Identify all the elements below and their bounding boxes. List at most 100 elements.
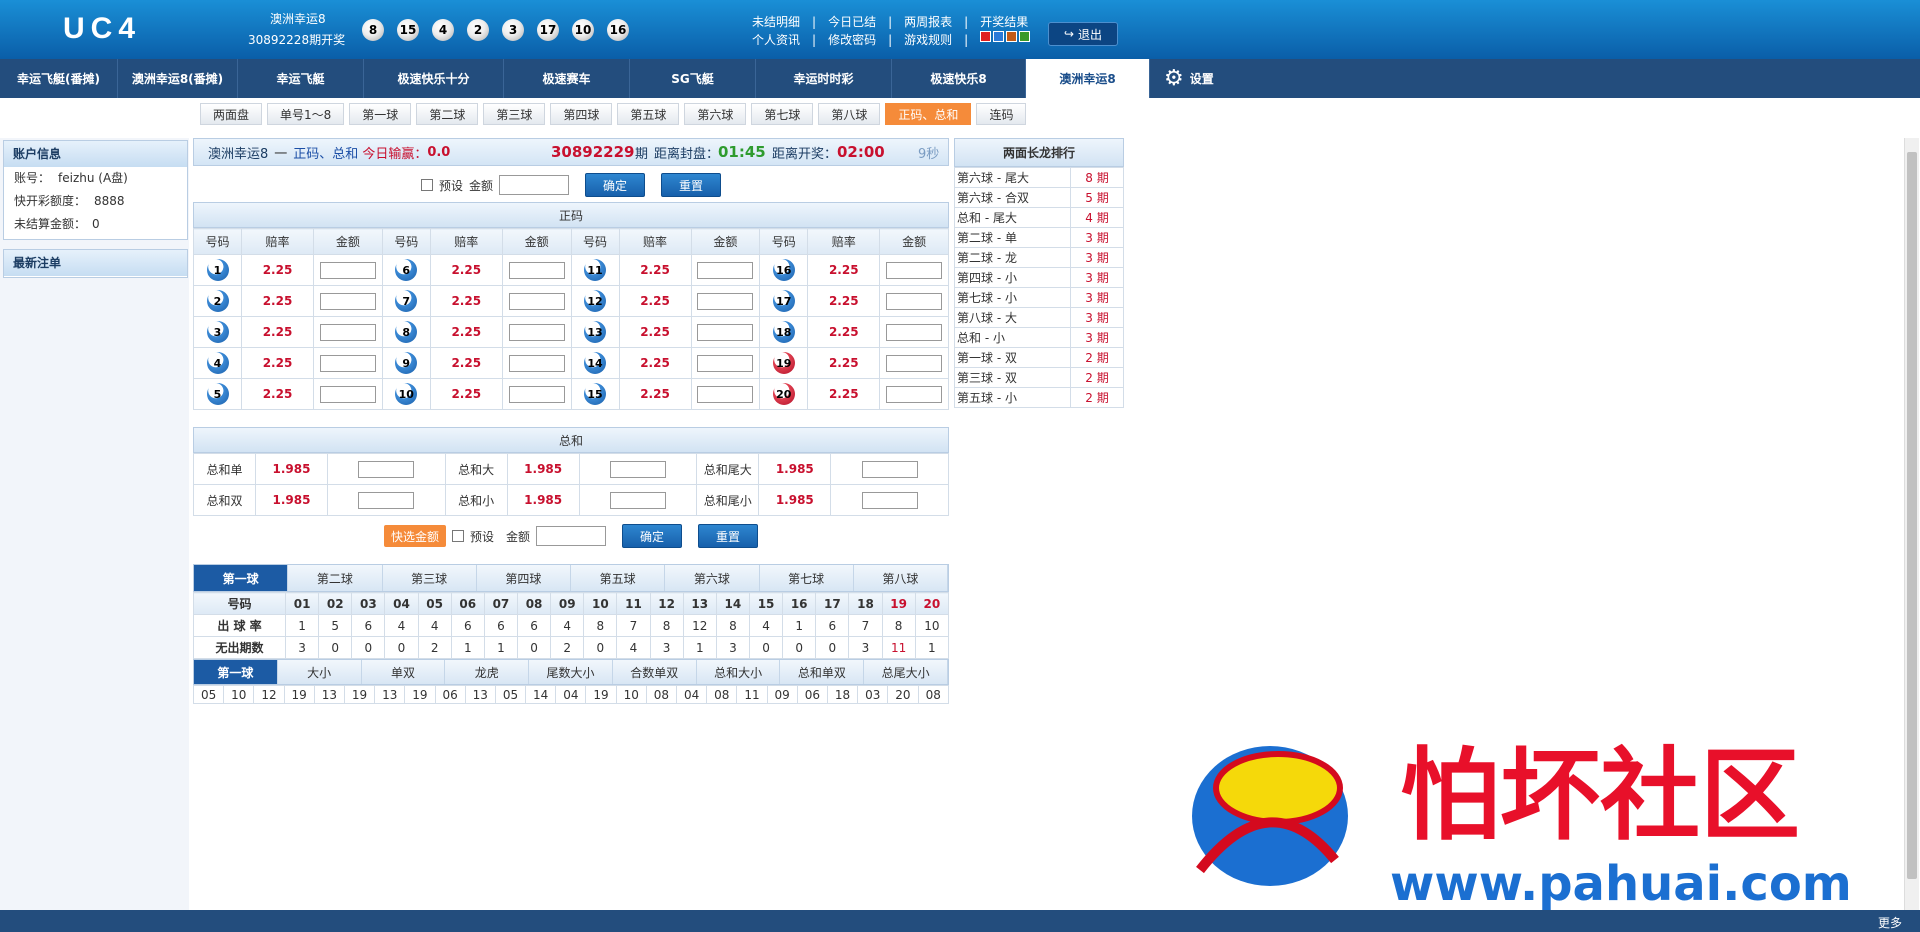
stats-type-tab[interactable]: 尾数大小 [529,660,613,684]
stats-type-tab[interactable]: 总尾大小 [864,660,949,684]
nav-tab[interactable]: 极速快乐8 [892,59,1026,98]
bet-amount-input[interactable] [609,460,666,478]
play-type-tab[interactable]: 连码 [976,103,1027,125]
nav-tab[interactable]: 极速赛车 [504,59,630,98]
stats-type-tab[interactable]: 大小 [277,660,362,684]
quick-amount-button[interactable]: 快选金额 [383,525,446,547]
recent-bets-box[interactable]: 最新注单 [3,249,188,278]
stats-type-tab[interactable]: 总和大小 [696,660,781,684]
bet-amount-input[interactable] [886,323,943,341]
bet-amount-input[interactable] [508,354,565,372]
bet-amount-input[interactable] [508,261,565,279]
more-link[interactable]: 更多 [1878,914,1902,931]
bet-amount-input[interactable] [358,491,415,509]
bet-amount-input[interactable] [886,354,943,372]
nav-tab[interactable]: 澳洲幸运8(番摊) [118,59,238,98]
bet-amount-input[interactable] [508,323,565,341]
stats-ball-tab[interactable]: 第七球 [759,565,854,591]
bet-amount-input[interactable] [319,292,376,310]
confirm-button-bottom[interactable]: 确定 [622,524,683,548]
stats-ball-tab[interactable]: 第一球 [194,565,289,591]
amount-input[interactable] [499,175,570,195]
reset-button[interactable]: 重置 [661,173,722,197]
page-scrollbar[interactable] [1904,138,1919,910]
nav-tab[interactable]: 幸运飞艇 [238,59,364,98]
zhengma-row: 2 2.25 7 2.25 12 2.25 17 2.25 [193,285,949,317]
bet-amount-input[interactable] [319,261,376,279]
bet-amount-input[interactable] [886,385,943,403]
play-type-tab[interactable]: 第四球 [550,103,613,125]
nav-tab[interactable]: 幸运飞艇(番摊) [0,59,118,98]
play-type-tab[interactable]: 第一球 [349,103,412,125]
preset-checkbox-bottom[interactable] [451,530,464,542]
stats-cell: 3 [848,636,883,659]
play-type-tab[interactable]: 第八球 [818,103,881,125]
bet-amount-input[interactable] [358,460,415,478]
bet-amount-input[interactable] [319,385,376,403]
logout-button[interactable]: ↪ 退出 [1048,22,1118,46]
bet-amount-input[interactable] [697,292,754,310]
bet-amount-input[interactable] [319,323,376,341]
bet-amount-input[interactable] [886,292,943,310]
nav-tab[interactable]: 幸运时时彩 [756,59,892,98]
bet-amount-input[interactable] [609,491,666,509]
stats-type-tab[interactable]: 单双 [361,660,446,684]
play-type-tab[interactable]: 第六球 [684,103,747,125]
settings-button[interactable]: ⚙ 设置 [1150,59,1214,98]
stats-ball-tab[interactable]: 第二球 [288,565,383,591]
stats-cell: 8 [649,614,684,637]
reset-button-bottom[interactable]: 重置 [698,524,759,548]
stats-type-tabs: 第一球 大小 单双 龙虎 尾数大小 合数单双 总和大小 总和单双 总尾大小 [193,659,949,685]
top-link[interactable]: 今日已结 [828,13,876,31]
stats-type-tab[interactable]: 第一球 [194,660,278,684]
stats-ball-tab[interactable]: 第四球 [476,565,571,591]
scrollbar-thumb[interactable] [1907,152,1917,879]
top-link[interactable]: 未结明细 [752,13,800,31]
stats-ball-tab[interactable]: 第八球 [853,565,948,591]
bet-amount-input[interactable] [697,323,754,341]
stats-type-tab[interactable]: 合数单双 [612,660,697,684]
stats-ball-tab[interactable]: 第三球 [382,565,477,591]
confirm-button[interactable]: 确定 [585,173,646,197]
bet-amount-input[interactable] [861,460,918,478]
stats-ball-tab[interactable]: 第六球 [665,565,760,591]
bet-amount-input[interactable] [886,261,943,279]
theme-color-swatch[interactable] [980,31,992,42]
top-link[interactable]: 游戏规则 [904,31,952,49]
nav-tab[interactable]: SG飞艇 [630,59,756,98]
theme-color-swatch[interactable] [993,31,1005,42]
amount-input-bottom[interactable] [536,526,607,546]
play-type-tab[interactable]: 第二球 [416,103,479,125]
nav-tab[interactable]: 极速快乐十分 [364,59,504,98]
bet-amount-input[interactable] [508,385,565,403]
preset-checkbox[interactable] [420,179,433,191]
stats-cell: 6 [450,614,485,637]
play-type-tab[interactable]: 两面盘 [200,103,263,125]
play-type-tab[interactable]: 第五球 [617,103,680,125]
nav-tab[interactable]: 澳洲幸运8 [1026,59,1150,98]
play-type-tab[interactable]: 正码、总和 [885,103,972,125]
number-ball: 14 [584,352,606,374]
stats-ball-tab[interactable]: 第五球 [571,565,666,591]
top-link[interactable]: 修改密码 [828,31,876,49]
draw-ball: 15 [397,19,419,41]
play-type-tab[interactable]: 单号1～8 [267,103,345,125]
top-link[interactable]: 个人资讯 [752,31,800,49]
theme-color-swatch[interactable] [1006,31,1018,42]
top-link[interactable]: 两周报表 [904,13,952,31]
stats-type-tab[interactable]: 龙虎 [445,660,530,684]
bet-amount-input[interactable] [697,385,754,403]
bet-amount-input[interactable] [319,354,376,372]
stats-type-tab[interactable]: 总和单双 [780,660,865,684]
bet-amount-input[interactable] [697,261,754,279]
theme-color-swatch[interactable] [1019,31,1031,42]
play-type-tab[interactable]: 第三球 [483,103,546,125]
play-type-tab[interactable]: 第七球 [751,103,814,125]
bet-amount-input[interactable] [861,491,918,509]
zonghe-amount [830,453,949,485]
refresh-timer[interactable]: 9秒 [918,143,939,162]
top-link[interactable]: 开奖结果 [980,13,1028,31]
ranking-name: 第七球 - 小 [954,287,1071,308]
bet-amount-input[interactable] [508,292,565,310]
bet-amount-input[interactable] [697,354,754,372]
